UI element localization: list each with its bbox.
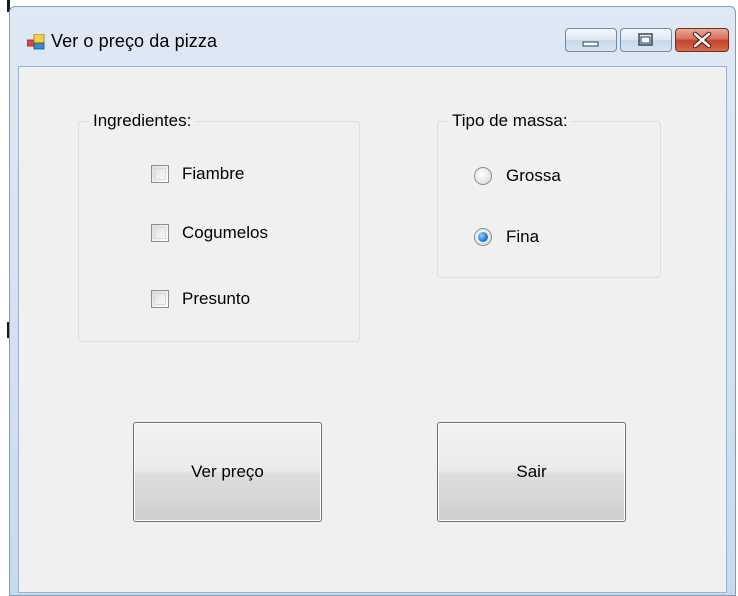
checkbox-box[interactable] <box>151 290 169 308</box>
radio-fina[interactable]: Fina <box>474 227 539 247</box>
pizza-price-window: Ver o preço da pizza Ingredientes: Fiamb… <box>9 6 736 596</box>
title-bar[interactable]: Ver o preço da pizza <box>10 7 735 67</box>
checkbox-fiambre[interactable]: Fiambre <box>151 164 244 184</box>
radio-grossa[interactable]: Grossa <box>474 166 561 186</box>
radio-grossa-label: Grossa <box>506 166 561 185</box>
ingredients-groupbox: Ingredientes: Fiambre Cogumelos Presunto <box>78 111 360 342</box>
windows-forms-app-icon <box>27 34 45 50</box>
form-client-area: Ingredientes: Fiambre Cogumelos Presunto… <box>18 66 727 593</box>
checkbox-presunto-label: Presunto <box>182 289 251 308</box>
checkbox-fiambre-label: Fiambre <box>182 164 245 183</box>
ver-preco-button[interactable]: Ver preço <box>133 422 322 522</box>
radio-fina-label: Fina <box>506 227 540 246</box>
caption-buttons <box>565 28 729 54</box>
sair-button[interactable]: Sair <box>437 422 626 522</box>
dough-type-label: Tipo de massa: <box>448 111 572 131</box>
ingredients-label: Ingredientes: <box>89 111 196 131</box>
dough-type-groupbox: Tipo de massa: Grossa Fina <box>437 111 661 278</box>
screenshot-stage: Ver o preço da pizza Ingredientes: Fiamb… <box>0 0 738 596</box>
window-title: Ver o preço da pizza <box>51 31 218 51</box>
maximize-icon <box>638 33 653 46</box>
checkbox-cogumelos[interactable]: Cogumelos <box>151 223 268 243</box>
close-icon <box>692 31 712 49</box>
checkbox-cogumelos-label: Cogumelos <box>182 223 268 242</box>
checkbox-box[interactable] <box>151 165 169 183</box>
checkbox-presunto[interactable]: Presunto <box>151 289 250 309</box>
minimize-button[interactable] <box>565 28 617 52</box>
radio-circle[interactable] <box>474 167 492 185</box>
radio-circle-selected[interactable] <box>474 228 492 246</box>
close-button[interactable] <box>675 28 729 52</box>
maximize-button[interactable] <box>620 28 672 52</box>
checkbox-box[interactable] <box>151 224 169 242</box>
minimize-icon <box>582 41 599 47</box>
